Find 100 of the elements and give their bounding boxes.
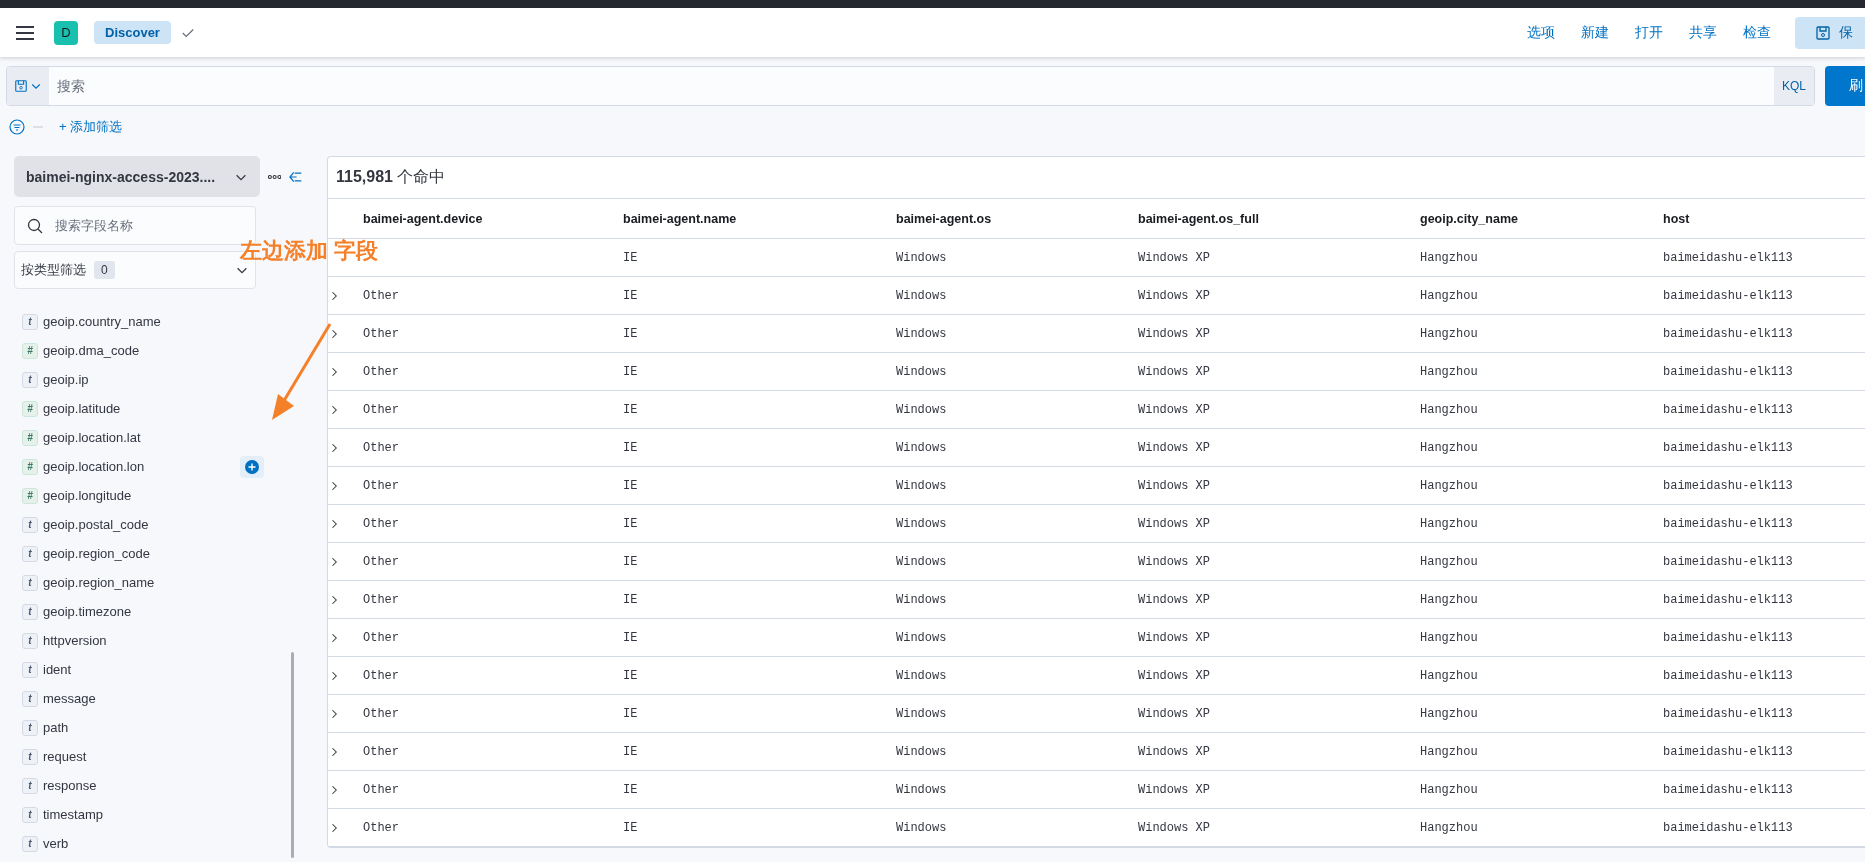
save-button[interactable]: 保: [1795, 16, 1865, 49]
table-cell: Windows: [896, 782, 947, 797]
header-link[interactable]: 共享: [1689, 23, 1717, 42]
table-cell: Hangzhou: [1420, 478, 1478, 493]
field-type-badge: #: [22, 429, 38, 446]
table-cell: IE: [623, 668, 638, 683]
table-cell: baimeidashu-elk113: [1663, 288, 1793, 303]
plus-icon: [245, 459, 259, 474]
table-cell: Windows: [896, 402, 947, 417]
table-cell: IE: [623, 630, 638, 645]
more-icon[interactable]: [267, 173, 281, 180]
field-name[interactable]: geoip.location.lon: [43, 459, 145, 474]
table-cell: Hangzhou: [1420, 554, 1478, 569]
add-field-button[interactable]: [240, 455, 264, 478]
table-cell: Hangzhou: [1420, 402, 1478, 417]
table-cell: baimeidashu-elk113: [1663, 250, 1793, 265]
kql-button[interactable]: KQL: [1774, 67, 1814, 105]
field-name[interactable]: httpversion: [43, 633, 107, 648]
add-filter-link[interactable]: + 添加筛选: [59, 118, 123, 136]
table-cell: IE: [623, 288, 638, 303]
field-type-badge: t: [22, 313, 38, 330]
table-cell: Windows XP: [1138, 516, 1210, 531]
search-field[interactable]: 搜索: [49, 67, 1774, 105]
column-header[interactable]: baimei-agent.os: [896, 199, 1138, 239]
column-header[interactable]: baimei-agent.device: [363, 199, 623, 239]
table-cell: baimeidashu-elk113: [1663, 364, 1793, 379]
query-bar[interactable]: 搜索 KQL: [6, 66, 1815, 106]
column-header[interactable]: baimei-agent.name: [623, 199, 896, 239]
table-cell: Windows XP: [1138, 820, 1210, 835]
field-name[interactable]: geoip.region_name: [43, 575, 155, 590]
field-name[interactable]: response: [43, 778, 97, 793]
table-cell: Windows XP: [1138, 440, 1210, 455]
index-pattern-select[interactable]: baimei-nginx-access-2023....: [14, 156, 260, 197]
menu-icon[interactable]: [16, 25, 34, 40]
column-header[interactable]: host: [1663, 199, 1865, 239]
space-avatar[interactable]: D: [54, 20, 78, 45]
scrollbar[interactable]: [291, 652, 294, 858]
field-search-input[interactable]: 搜索字段名称: [53, 217, 227, 234]
field-name[interactable]: geoip.postal_code: [43, 517, 149, 532]
table-cell: Other: [363, 554, 399, 569]
field-name[interactable]: geoip.location.lat: [43, 430, 141, 445]
field-type-badge: #: [22, 342, 38, 359]
table-cell: Other: [363, 440, 399, 455]
table-cell: Windows: [896, 326, 947, 341]
field-type-badge: t: [22, 661, 38, 678]
field-name[interactable]: path: [43, 720, 69, 735]
table-cell: IE: [623, 744, 638, 759]
table-cell: Other: [363, 820, 399, 835]
table-cell: baimeidashu-elk113: [1663, 630, 1793, 645]
collapse-icon[interactable]: [288, 170, 302, 183]
saved-query-button[interactable]: [7, 67, 49, 105]
table-cell: Other: [363, 630, 399, 645]
refresh-button[interactable]: 刷: [1825, 66, 1865, 106]
table-cell: Windows XP: [1138, 478, 1210, 493]
filter-icon[interactable]: [9, 119, 25, 135]
table-cell: Other: [363, 744, 399, 759]
breadcrumb[interactable]: Discover: [94, 21, 171, 44]
field-name[interactable]: geoip.longitude: [43, 488, 132, 503]
field-name[interactable]: timestamp: [43, 807, 103, 822]
field-name[interactable]: request: [43, 749, 87, 764]
field-type-badge: #: [22, 458, 38, 475]
field-name[interactable]: geoip.country_name: [43, 314, 161, 329]
field-type-badge: t: [22, 690, 38, 707]
field-name[interactable]: geoip.ip: [43, 372, 89, 387]
column-header[interactable]: geoip.city_name: [1420, 199, 1663, 239]
table-cell: Windows: [896, 592, 947, 607]
table-cell: IE: [623, 516, 638, 531]
table-cell: baimeidashu-elk113: [1663, 706, 1793, 721]
table-cell: baimeidashu-elk113: [1663, 554, 1793, 569]
table-cell: Windows XP: [1138, 326, 1210, 341]
table-cell: IE: [623, 250, 638, 265]
header-link[interactable]: 新建: [1581, 23, 1609, 42]
field-type-badge: t: [22, 574, 38, 591]
table-cell: baimeidashu-elk113: [1663, 744, 1793, 759]
table-cell: Windows: [896, 250, 947, 265]
header-link[interactable]: 选项: [1527, 23, 1555, 42]
field-name[interactable]: message: [43, 691, 96, 706]
table-cell: Hangzhou: [1420, 668, 1478, 683]
column-header[interactable]: baimei-agent.os_full: [1138, 199, 1420, 239]
field-name[interactable]: ident: [43, 662, 72, 677]
table-cell: baimeidashu-elk113: [1663, 516, 1793, 531]
table-cell: IE: [623, 326, 638, 341]
table-cell: Windows XP: [1138, 706, 1210, 721]
table-cell: IE: [623, 554, 638, 569]
field-name[interactable]: geoip.latitude: [43, 401, 121, 416]
header-link[interactable]: 检查: [1743, 23, 1771, 42]
table-cell: Windows XP: [1138, 250, 1210, 265]
header-link[interactable]: 打开: [1635, 23, 1663, 42]
table-cell: Windows: [896, 820, 947, 835]
table-cell: baimeidashu-elk113: [1663, 782, 1793, 797]
field-type-badge: t: [22, 371, 38, 388]
table-cell: Windows: [896, 516, 947, 531]
field-name[interactable]: geoip.timezone: [43, 604, 132, 619]
table-cell: Hangzhou: [1420, 440, 1478, 455]
field-name[interactable]: geoip.region_code: [43, 546, 150, 561]
table-cell: Hangzhou: [1420, 592, 1478, 607]
field-name[interactable]: geoip.dma_code: [43, 343, 140, 358]
table-cell: Hangzhou: [1420, 288, 1478, 303]
table-cell: Other: [363, 668, 399, 683]
field-name[interactable]: verb: [43, 836, 69, 851]
